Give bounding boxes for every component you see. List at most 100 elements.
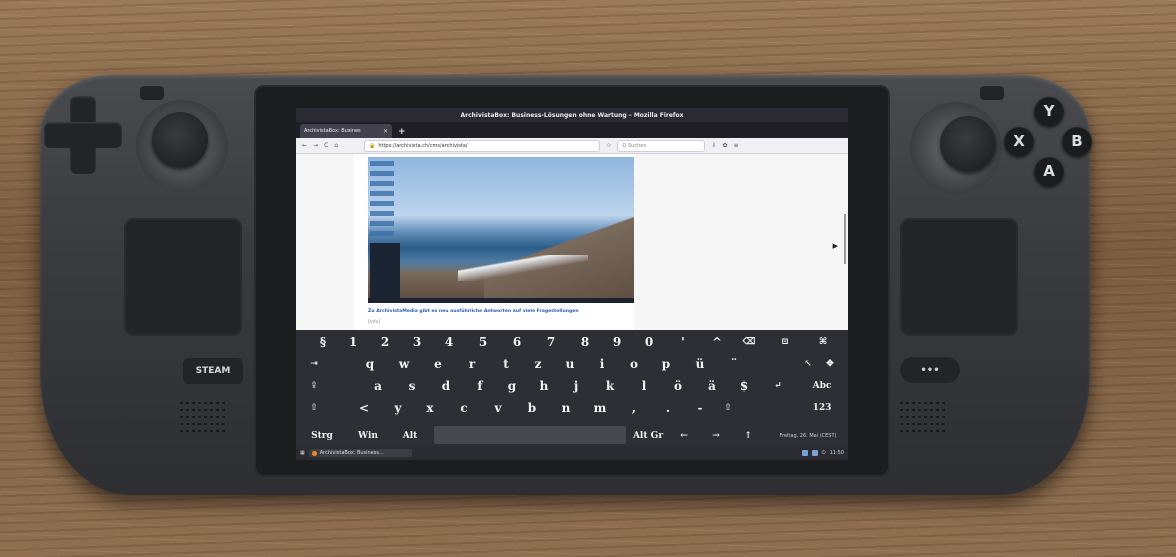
- key[interactable]: 8: [572, 332, 598, 352]
- browser-tab[interactable]: ArchivistaBox: Busines ✕: [300, 124, 392, 138]
- key[interactable]: 7: [538, 332, 564, 352]
- key[interactable]: i: [590, 354, 614, 374]
- key[interactable]: k: [598, 376, 622, 396]
- tab-key[interactable]: ⇥: [302, 354, 326, 374]
- downloads-icon[interactable]: ⇩: [711, 142, 716, 149]
- cmd-key[interactable]: ⌘: [810, 332, 836, 352]
- key[interactable]: ': [670, 332, 696, 352]
- forward-icon[interactable]: →: [313, 142, 318, 149]
- right-trackpad[interactable]: [900, 218, 1018, 336]
- altgr-key[interactable]: Alt Gr: [628, 426, 668, 446]
- page-caption-link[interactable]: Zu ArchivistaMedia gibt es neu ausführli…: [368, 309, 579, 314]
- x-button[interactable]: X: [1004, 126, 1034, 156]
- arrow-up-key[interactable]: ↑: [736, 426, 760, 446]
- key[interactable]: c: [452, 398, 476, 418]
- key[interactable]: n: [554, 398, 578, 418]
- capslock-key[interactable]: ⇪: [302, 376, 326, 396]
- key[interactable]: t: [494, 354, 518, 374]
- b-button[interactable]: B: [1062, 126, 1092, 156]
- shift-right-key[interactable]: ⇧: [716, 398, 740, 418]
- dpad-horizontal[interactable]: [44, 122, 122, 148]
- extensions-icon[interactable]: ✿: [723, 142, 728, 149]
- key[interactable]: g: [500, 376, 524, 396]
- key[interactable]: <: [352, 398, 376, 418]
- a-button[interactable]: A: [1034, 156, 1064, 186]
- network-icon[interactable]: [801, 450, 808, 456]
- desktop-screenshot-image[interactable]: [368, 157, 634, 303]
- key[interactable]: z: [526, 354, 550, 374]
- key[interactable]: ¨: [722, 354, 746, 374]
- left-trackpad[interactable]: [124, 218, 242, 336]
- win-key[interactable]: Win: [350, 426, 386, 446]
- reload-icon[interactable]: C: [324, 142, 328, 149]
- key[interactable]: ö: [666, 376, 690, 396]
- y-button[interactable]: Y: [1034, 96, 1064, 126]
- scrollbar[interactable]: [844, 214, 846, 264]
- left-thumbstick[interactable]: [152, 112, 208, 168]
- key[interactable]: ä: [700, 376, 724, 396]
- key[interactable]: p: [654, 354, 678, 374]
- key[interactable]: r: [460, 354, 484, 374]
- key[interactable]: a: [366, 376, 390, 396]
- screen-key[interactable]: ⊡: [772, 332, 798, 352]
- search-bar[interactable]: Q Suchen: [617, 139, 706, 152]
- key[interactable]: j: [564, 376, 588, 396]
- key[interactable]: e: [426, 354, 450, 374]
- enter-key[interactable]: ↵: [766, 376, 790, 396]
- url-bar[interactable]: 🔒 https://archivista.ch/cms/archivista/: [364, 139, 601, 152]
- key[interactable]: x: [418, 398, 442, 418]
- steam-button[interactable]: STEAM: [183, 358, 243, 384]
- key[interactable]: 1: [340, 332, 366, 352]
- key[interactable]: o: [622, 354, 646, 374]
- shift-key[interactable]: ⇧: [302, 398, 326, 418]
- back-icon[interactable]: ←: [302, 142, 307, 149]
- key[interactable]: l: [632, 376, 656, 396]
- key[interactable]: m: [588, 398, 612, 418]
- key[interactable]: f: [468, 376, 492, 396]
- key[interactable]: §: [310, 332, 336, 352]
- close-icon[interactable]: ✕: [383, 128, 388, 135]
- key[interactable]: y: [386, 398, 410, 418]
- bookmark-star-icon[interactable]: ☆: [606, 142, 611, 149]
- pointer-key[interactable]: ↖: [798, 354, 818, 374]
- key[interactable]: .: [656, 398, 680, 418]
- move-key[interactable]: ✥: [820, 354, 840, 374]
- new-tab-button[interactable]: +: [398, 127, 406, 137]
- arrow-right-key[interactable]: →: [704, 426, 728, 446]
- start-menu-icon[interactable]: ▦: [300, 450, 305, 456]
- key[interactable]: $: [732, 376, 756, 396]
- key[interactable]: 5: [470, 332, 496, 352]
- key[interactable]: 3: [404, 332, 430, 352]
- key[interactable]: v: [486, 398, 510, 418]
- taskbar-window-item[interactable]: ArchivistaBox: Business...: [308, 449, 412, 457]
- key[interactable]: u: [558, 354, 582, 374]
- alt-key[interactable]: Alt: [394, 426, 426, 446]
- key[interactable]: h: [532, 376, 556, 396]
- key[interactable]: ,: [622, 398, 646, 418]
- menu-icon[interactable]: ≡: [734, 142, 739, 149]
- menu-button[interactable]: [980, 86, 1004, 100]
- power-icon[interactable]: ⏻: [822, 450, 826, 456]
- abc-key[interactable]: Abc: [804, 376, 840, 396]
- key[interactable]: 4: [436, 332, 462, 352]
- key[interactable]: 9: [604, 332, 630, 352]
- numeric-key[interactable]: 123: [804, 398, 840, 418]
- key[interactable]: s: [400, 376, 424, 396]
- key[interactable]: 2: [372, 332, 398, 352]
- key[interactable]: b: [520, 398, 544, 418]
- key[interactable]: d: [434, 376, 458, 396]
- arrow-left-key[interactable]: ←: [672, 426, 696, 446]
- key[interactable]: 6: [504, 332, 530, 352]
- key[interactable]: ü: [688, 354, 712, 374]
- ctrl-key[interactable]: Strg: [302, 426, 342, 446]
- key[interactable]: q: [358, 354, 382, 374]
- home-icon[interactable]: ⌂: [334, 142, 338, 149]
- key[interactable]: -: [688, 398, 712, 418]
- backspace-key[interactable]: ⌫: [736, 332, 762, 352]
- view-button[interactable]: [140, 86, 164, 100]
- key[interactable]: w: [392, 354, 416, 374]
- key[interactable]: 0: [636, 332, 662, 352]
- quick-access-button[interactable]: •••: [900, 357, 960, 383]
- right-thumbstick[interactable]: [940, 116, 996, 172]
- key[interactable]: ^: [704, 332, 730, 352]
